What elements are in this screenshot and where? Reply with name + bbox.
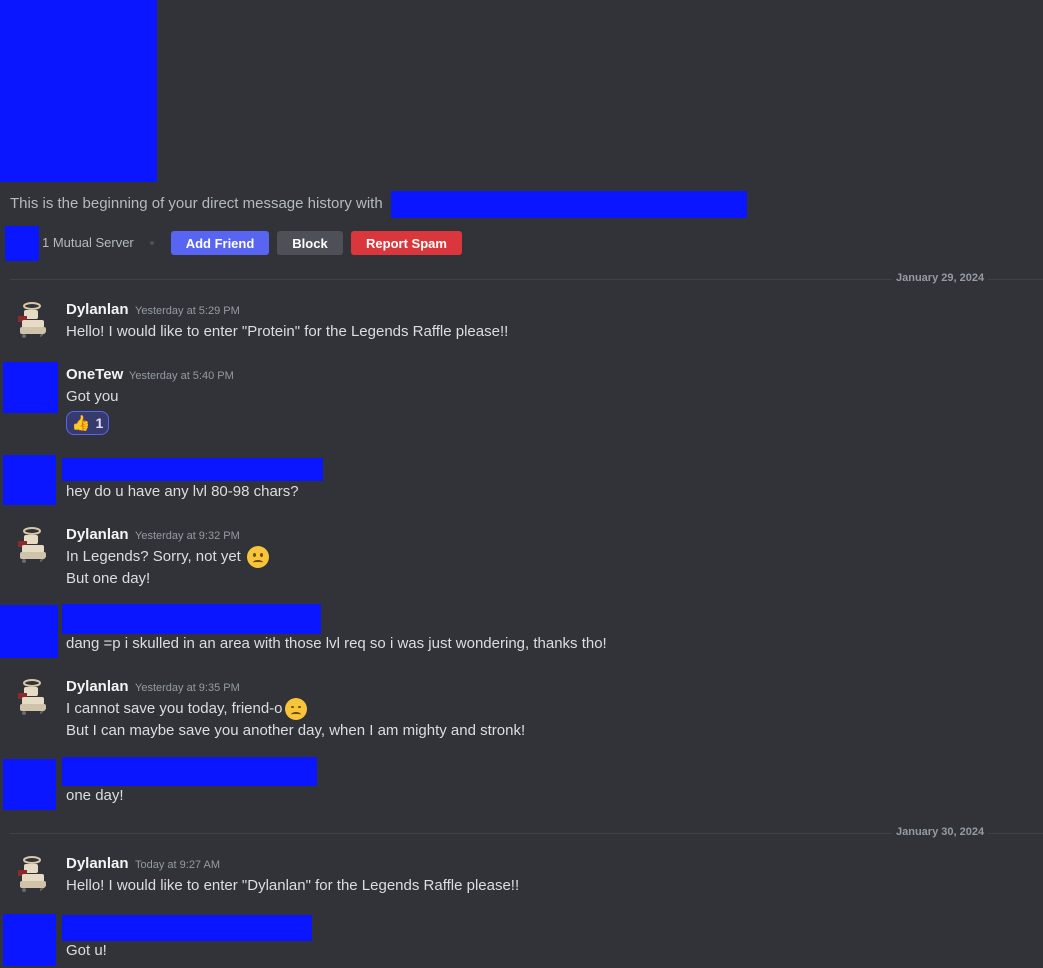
message-text: hey do u have any lvl 80-98 chars? bbox=[66, 483, 299, 500]
robot-avatar-icon bbox=[18, 856, 46, 892]
message-text: one day! bbox=[66, 787, 124, 804]
message-author[interactable]: Dylanlan bbox=[66, 301, 129, 318]
reaction-thumbs-up[interactable]: 👍 1 bbox=[66, 411, 109, 435]
message-text: But one day! bbox=[66, 570, 151, 587]
message-text-line: In Legends? Sorry, not yet bbox=[66, 546, 270, 568]
message-text: Got u! bbox=[66, 942, 107, 959]
mutual-server-icon-redacted[interactable] bbox=[5, 226, 39, 261]
message-timestamp: Yesterday at 9:35 PM bbox=[135, 682, 240, 694]
username-redacted bbox=[391, 191, 747, 218]
avatar[interactable] bbox=[10, 854, 50, 894]
message-timestamp: Today at 9:27 AM bbox=[135, 859, 220, 871]
message-timestamp: Yesterday at 5:29 PM bbox=[135, 305, 240, 317]
avatar-redacted[interactable] bbox=[3, 759, 56, 810]
profile-banner-redacted bbox=[0, 0, 157, 182]
message-timestamp: Yesterday at 5:40 PM bbox=[129, 370, 234, 382]
message-text: Got you bbox=[66, 388, 119, 405]
author-redacted bbox=[62, 604, 321, 634]
message-text-line: I cannot save you today, friend-o bbox=[66, 698, 307, 720]
disappointed-face-icon bbox=[284, 698, 307, 720]
avatar[interactable] bbox=[10, 525, 50, 565]
message-author[interactable]: Dylanlan bbox=[66, 678, 129, 695]
message-text: dang =p i skulled in an area with those … bbox=[66, 635, 607, 652]
robot-avatar-icon bbox=[18, 527, 46, 563]
author-redacted bbox=[62, 458, 323, 481]
avatar[interactable] bbox=[10, 677, 50, 717]
message-text: Hello! I would like to enter "Dylanlan" … bbox=[66, 877, 520, 894]
dm-history-intro: This is the beginning of your direct mes… bbox=[10, 195, 383, 212]
message-author[interactable]: OneTew bbox=[66, 366, 123, 383]
message-text: But I can maybe save you another day, wh… bbox=[66, 722, 526, 739]
robot-avatar-icon bbox=[18, 302, 46, 338]
date-divider-label: January 29, 2024 bbox=[892, 272, 989, 284]
slightly-frowning-face-icon bbox=[247, 546, 270, 568]
avatar-redacted[interactable] bbox=[3, 455, 56, 505]
message-text: I cannot save you today, friend-o bbox=[66, 699, 283, 717]
thumbs-up-icon: 👍 bbox=[71, 414, 91, 432]
robot-avatar-icon bbox=[18, 679, 46, 715]
author-redacted bbox=[62, 757, 317, 786]
avatar-redacted[interactable] bbox=[3, 914, 56, 966]
message-text: In Legends? Sorry, not yet bbox=[66, 547, 241, 565]
separator-dot bbox=[150, 241, 154, 245]
report-spam-button[interactable]: Report Spam bbox=[351, 231, 462, 255]
message-author[interactable]: Dylanlan bbox=[66, 855, 129, 872]
date-divider bbox=[10, 279, 1043, 280]
avatar-redacted[interactable] bbox=[3, 362, 58, 413]
date-divider bbox=[10, 833, 1043, 834]
author-redacted bbox=[62, 915, 312, 941]
avatar[interactable] bbox=[10, 300, 50, 340]
add-friend-button[interactable]: Add Friend bbox=[171, 231, 269, 255]
block-button[interactable]: Block bbox=[277, 231, 343, 255]
message-author[interactable]: Dylanlan bbox=[66, 526, 129, 543]
mutual-servers-link[interactable]: 1 Mutual Server bbox=[42, 235, 134, 250]
avatar-redacted[interactable] bbox=[0, 605, 58, 658]
message-text: Hello! I would like to enter "Protein" f… bbox=[66, 323, 509, 340]
reaction-count: 1 bbox=[95, 415, 104, 431]
date-divider-label: January 30, 2024 bbox=[892, 826, 989, 838]
message-timestamp: Yesterday at 9:32 PM bbox=[135, 530, 240, 542]
